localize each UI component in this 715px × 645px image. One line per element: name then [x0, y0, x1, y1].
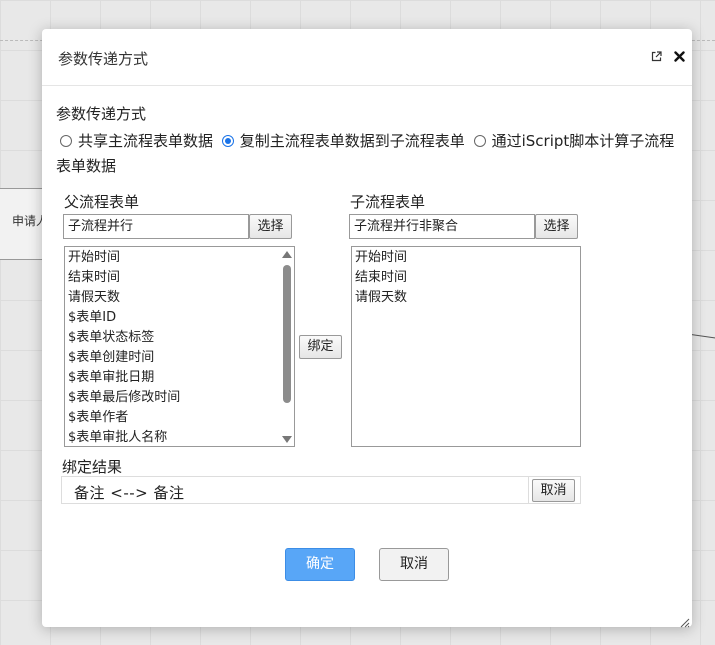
radio-label: 复制主流程表单数据到子流程表单 [239, 132, 465, 150]
binding-result-label: 绑定结果 [62, 458, 123, 476]
close-icon[interactable] [670, 47, 688, 65]
expand-icon[interactable] [647, 47, 665, 65]
list-item[interactable]: 请假天数 [352, 288, 580, 308]
list-item[interactable]: $表单状态标签 [65, 328, 294, 348]
list-item[interactable]: $表单最后修改时间 [65, 388, 294, 408]
list-item[interactable]: 请假天数 [65, 288, 294, 308]
canvas-connector [690, 333, 715, 340]
radio-button[interactable] [60, 135, 72, 147]
transfer-mode-options: 共享主流程表单数据 复制主流程表单数据到子流程表单 通过iScript脚本计算子… [56, 129, 682, 179]
radio-option-share[interactable]: 共享主流程表单数据 [56, 132, 213, 150]
bind-button[interactable]: 绑定 [299, 335, 342, 359]
divider [528, 477, 529, 503]
parent-form-input[interactable]: 子流程并行 [63, 214, 249, 239]
list-item[interactable]: $表单作者 [65, 408, 294, 428]
radio-button[interactable] [473, 135, 486, 147]
parent-select-button[interactable]: 选择 [249, 214, 292, 239]
list-item[interactable]: $表单审批日期 [65, 368, 294, 388]
radio-button[interactable] [221, 135, 234, 147]
parent-form-title: 父流程表单 [64, 193, 140, 211]
scrollbar[interactable] [282, 249, 292, 444]
child-field-list[interactable]: 开始时间 结束时间 请假天数 [351, 246, 581, 447]
scroll-down-icon[interactable] [282, 434, 292, 444]
parameter-dialog: 参数传递方式 参数传递方式 共享主流程表单数据 复制主流程表单数据到子流程表单 … [42, 29, 692, 628]
cancel-button[interactable]: 取消 [379, 548, 449, 581]
dialog-title: 参数传递方式 [58, 50, 149, 68]
child-form-input[interactable]: 子流程并行非聚合 [349, 214, 535, 239]
child-form-title: 子流程表单 [350, 193, 426, 211]
list-item[interactable]: 开始时间 [352, 248, 580, 268]
confirm-button[interactable]: 确定 [285, 548, 355, 581]
transfer-mode-label: 参数传递方式 [56, 105, 147, 123]
resize-grip-icon[interactable] [678, 613, 690, 628]
list-item[interactable]: 结束时间 [352, 268, 580, 288]
list-item[interactable]: $表单创建时间 [65, 348, 294, 368]
list-item[interactable]: $表单审批人名称 [65, 428, 294, 446]
list-item[interactable]: 开始时间 [65, 248, 294, 268]
radio-option-copy[interactable]: 复制主流程表单数据到子流程表单 [218, 132, 465, 150]
scroll-thumb[interactable] [283, 265, 291, 403]
dialog-header: 参数传递方式 [42, 29, 692, 86]
list-item[interactable]: $表单ID [65, 308, 294, 328]
binding-result-value: 备注 <--> 备注 [74, 484, 185, 502]
binding-result-row[interactable]: 备注 <--> 备注 取消 [61, 476, 581, 504]
list-item[interactable]: 结束时间 [65, 268, 294, 288]
unbind-button[interactable]: 取消 [532, 479, 575, 502]
child-select-button[interactable]: 选择 [535, 214, 578, 239]
scroll-up-icon[interactable] [282, 249, 292, 259]
radio-label: 共享主流程表单数据 [78, 132, 214, 150]
parent-field-list[interactable]: 开始时间 结束时间 请假天数 $表单ID $表单状态标签 $表单创建时间 $表单审批日期 $表… [64, 246, 295, 447]
